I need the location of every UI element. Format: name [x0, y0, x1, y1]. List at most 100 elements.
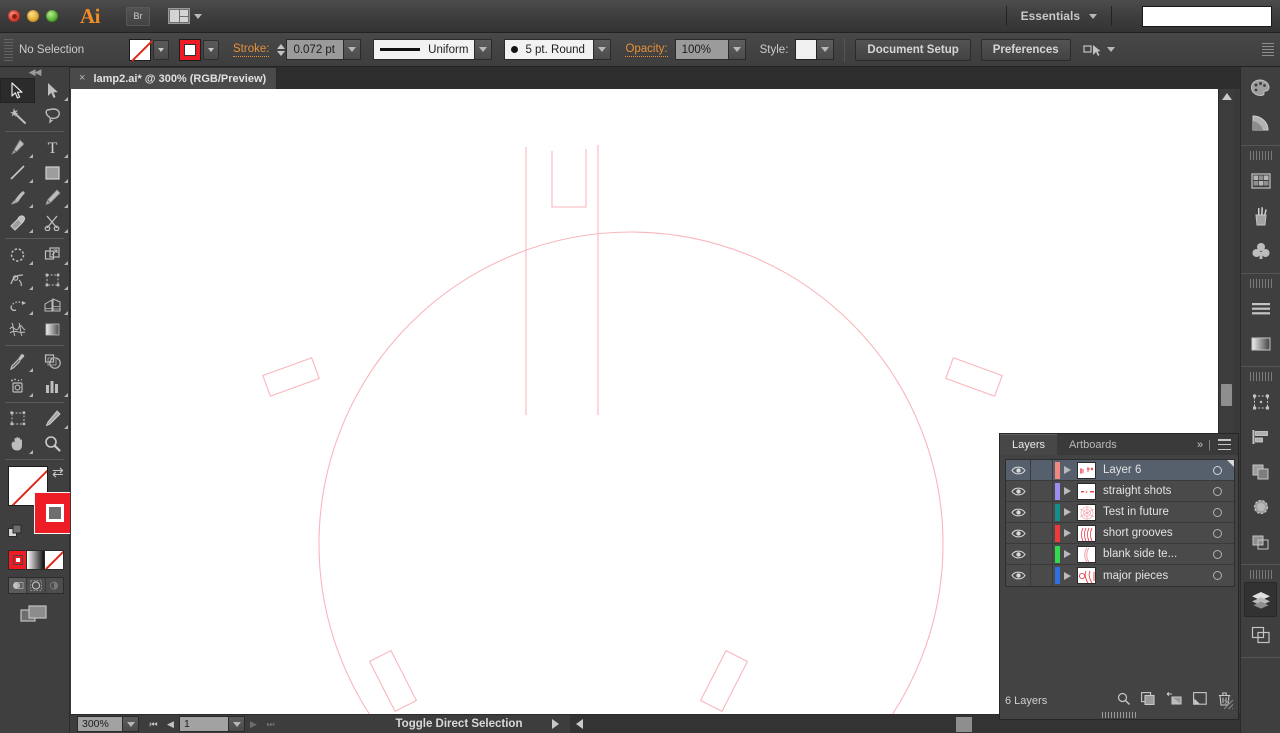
status-expand-icon[interactable] — [552, 719, 559, 729]
pen-tool[interactable] — [0, 135, 35, 160]
opacity-label[interactable]: Opacity: — [625, 43, 667, 57]
bridge-button[interactable]: Br — [126, 7, 150, 26]
layer-visibility-toggle[interactable] — [1006, 544, 1031, 564]
layer-name[interactable]: short grooves — [1103, 527, 1213, 539]
stroke-profile-dropdown[interactable] — [475, 39, 492, 60]
document-setup-button[interactable]: Document Setup — [855, 39, 970, 61]
opacity-field[interactable]: 100% — [675, 39, 729, 60]
stroke-swatch-group[interactable] — [179, 39, 219, 61]
layer-target-indicator[interactable] — [1213, 550, 1222, 559]
stroke-weight-field[interactable]: 0.072 pt — [286, 39, 344, 60]
gradient-tool[interactable] — [35, 317, 70, 342]
layer-row-short-grooves[interactable]: short grooves — [1006, 523, 1234, 544]
panel-bottom-grip[interactable] — [1102, 712, 1136, 718]
color-panel-icon[interactable] — [1241, 70, 1280, 105]
expand-layer-icon[interactable] — [1064, 466, 1071, 474]
layer-lock-toggle[interactable] — [1031, 460, 1053, 480]
layer-name[interactable]: major pieces — [1103, 570, 1213, 582]
magic-wand-tool[interactable] — [0, 103, 35, 128]
scroll-left-icon[interactable] — [576, 719, 583, 729]
free-transform-tool[interactable] — [35, 267, 70, 292]
artboard-tool[interactable] — [0, 406, 35, 431]
graphic-style-swatch[interactable] — [795, 39, 817, 60]
dock-group-grip[interactable] — [1250, 151, 1272, 160]
scroll-up-icon[interactable] — [1222, 93, 1232, 100]
zoom-level-dropdown[interactable] — [123, 716, 139, 732]
zoom-tool[interactable] — [35, 431, 70, 456]
swatches-panel-icon[interactable] — [1241, 163, 1280, 198]
pencil-tool[interactable] — [35, 185, 70, 210]
brushes-panel-icon[interactable] — [1241, 198, 1280, 233]
preferences-button[interactable]: Preferences — [981, 39, 1071, 61]
vertical-scrollbar-thumb[interactable] — [1221, 384, 1232, 406]
control-bar-overflow[interactable] — [1262, 43, 1274, 57]
layer-target-indicator[interactable] — [1213, 508, 1222, 517]
workspace-label[interactable]: Essentials — [1021, 9, 1080, 23]
last-artboard-button[interactable]: ⏭ — [262, 716, 279, 733]
layer-row-test-in-future[interactable]: Test in future — [1006, 502, 1234, 523]
layer-target-indicator[interactable] — [1213, 571, 1222, 580]
transparency-panel-icon[interactable] — [1241, 489, 1280, 524]
layer-visibility-toggle[interactable] — [1006, 565, 1031, 586]
graphic-style-dropdown[interactable] — [817, 39, 834, 60]
layer-target-indicator[interactable] — [1213, 466, 1222, 475]
hand-tool[interactable] — [0, 431, 35, 456]
paintbrush-tool[interactable] — [0, 185, 35, 210]
arrange-documents-button[interactable] — [168, 8, 202, 24]
stroke-label[interactable]: Stroke: — [233, 43, 269, 57]
select-similar-button[interactable] — [1083, 43, 1115, 57]
layer-name[interactable]: blank side te... — [1103, 548, 1213, 560]
stroke-profile-field[interactable]: Uniform — [373, 39, 475, 60]
blend-tool[interactable] — [35, 349, 70, 374]
shape-builder-tool[interactable] — [0, 292, 35, 317]
layer-visibility-toggle[interactable] — [1006, 460, 1031, 480]
swap-fill-stroke-icon[interactable]: ⇄ — [52, 464, 64, 481]
mesh-tool[interactable] — [0, 317, 35, 342]
stroke-weight-dropdown[interactable] — [344, 39, 361, 60]
tab-layers[interactable]: Layers — [1000, 434, 1057, 455]
blob-brush-tool[interactable] — [0, 210, 35, 235]
horizontal-scrollbar-thumb[interactable] — [956, 717, 972, 732]
expand-layer-icon[interactable] — [1064, 572, 1071, 580]
pathfinder-panel-icon[interactable] — [1241, 454, 1280, 489]
screen-mode-button[interactable] — [20, 604, 69, 629]
layer-visibility-toggle[interactable] — [1006, 523, 1031, 543]
opacity-dropdown[interactable] — [729, 39, 746, 60]
locate-object-icon[interactable] — [1117, 692, 1130, 710]
dock-group-grip[interactable] — [1250, 372, 1272, 381]
dock-group-grip[interactable] — [1250, 279, 1272, 288]
brush-definition-field[interactable]: 5 pt. Round — [504, 39, 594, 60]
align-panel-icon[interactable] — [1241, 419, 1280, 454]
scale-tool[interactable] — [35, 242, 70, 267]
fill-swatch[interactable] — [129, 39, 151, 61]
draw-normal-button[interactable] — [9, 578, 27, 593]
eyedropper-tool[interactable] — [0, 349, 35, 374]
layer-lock-toggle[interactable] — [1031, 544, 1053, 564]
make-clipping-mask-icon[interactable] — [1141, 692, 1155, 710]
appearance-panel-icon[interactable] — [1241, 524, 1280, 559]
dock-group-grip[interactable] — [1250, 570, 1272, 579]
stroke-weight-stepper[interactable] — [277, 44, 285, 56]
stroke-panel-icon[interactable] — [1241, 291, 1280, 326]
artboards-panel-icon[interactable] — [1241, 617, 1280, 652]
layer-lock-toggle[interactable] — [1031, 523, 1053, 543]
layer-visibility-toggle[interactable] — [1006, 481, 1031, 501]
layer-target-indicator[interactable] — [1213, 487, 1222, 496]
line-segment-tool[interactable] — [0, 160, 35, 185]
first-artboard-button[interactable]: ⏮ — [145, 716, 162, 733]
selection-tool[interactable] — [0, 78, 35, 103]
stroke-swatch[interactable] — [179, 39, 201, 61]
rotate-tool[interactable] — [0, 242, 35, 267]
slice-tool[interactable] — [35, 406, 70, 431]
previous-artboard-button[interactable]: ◀ — [162, 716, 179, 733]
layer-row-layer-6[interactable]: Layer 6 — [1006, 460, 1234, 481]
artboard-number-field[interactable]: 1 — [179, 716, 229, 732]
minimize-window-button[interactable] — [27, 10, 39, 22]
layer-target-indicator[interactable] — [1213, 529, 1222, 538]
layer-lock-toggle[interactable] — [1031, 565, 1053, 586]
next-artboard-button[interactable]: ▶ — [245, 716, 262, 733]
search-input[interactable] — [1142, 6, 1272, 27]
expand-layer-icon[interactable] — [1064, 487, 1071, 495]
direct-selection-tool[interactable] — [35, 78, 70, 103]
layer-row-blank-side-te[interactable]: blank side te... — [1006, 544, 1234, 565]
